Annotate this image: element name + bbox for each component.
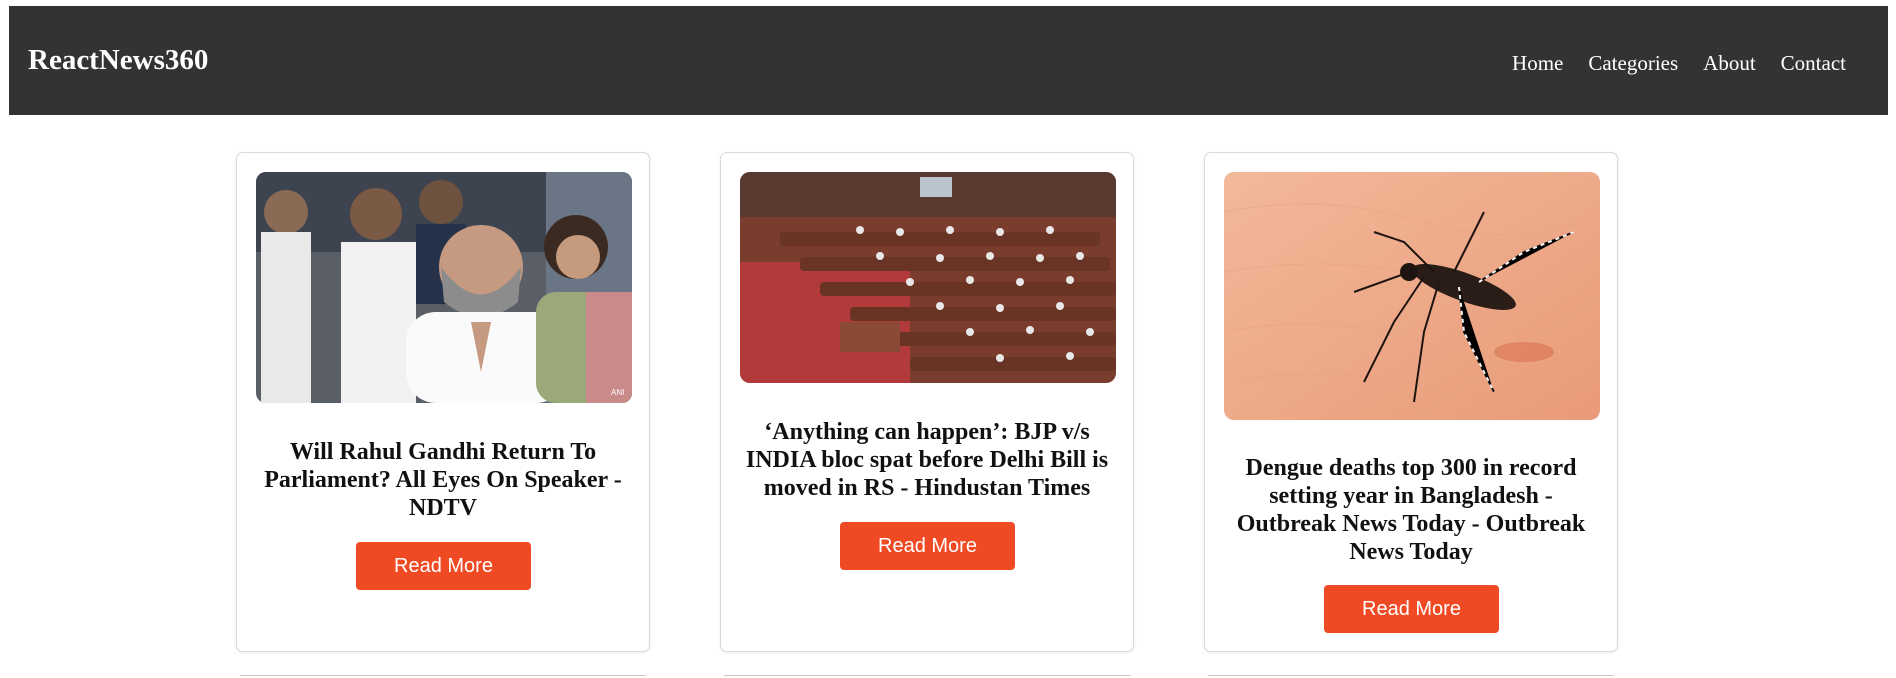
news-title[interactable]: ‘Anything can happen’: BJP v/s INDIA blo… xyxy=(737,418,1117,502)
nav-links: Home Categories About Contact xyxy=(1512,50,1846,76)
nav-about-link[interactable]: About xyxy=(1703,50,1756,76)
page: ReactNews360 Home Categories About Conta… xyxy=(0,0,1896,678)
news-image xyxy=(1224,172,1600,420)
news-image: ANI xyxy=(256,172,632,403)
nav-categories-link[interactable]: Categories xyxy=(1588,50,1678,76)
news-card: Dengue deaths top 300 in record setting … xyxy=(1204,152,1618,652)
navbar: ReactNews360 Home Categories About Conta… xyxy=(9,6,1888,115)
read-more-button[interactable]: Read More xyxy=(840,522,1015,570)
news-photo-graphic xyxy=(1224,172,1600,420)
nav-home-link[interactable]: Home xyxy=(1512,50,1563,76)
read-more-button[interactable]: Read More xyxy=(356,542,531,590)
news-card: ‘Anything can happen’: BJP v/s INDIA blo… xyxy=(720,152,1134,652)
image-credit-text: ANI xyxy=(611,388,624,397)
news-photo-graphic xyxy=(740,172,1116,383)
read-more-button[interactable]: Read More xyxy=(1324,585,1499,633)
brand-logo[interactable]: ReactNews360 xyxy=(28,42,208,78)
news-title[interactable]: Will Rahul Gandhi Return To Parliament? … xyxy=(253,438,633,522)
news-title[interactable]: Dengue deaths top 300 in record setting … xyxy=(1221,454,1601,566)
news-photo-graphic: ANI xyxy=(256,172,632,403)
news-card: ANI Will Rahul Gandhi Return To Parliame… xyxy=(236,152,650,652)
nav-contact-link[interactable]: Contact xyxy=(1781,50,1846,76)
news-image xyxy=(740,172,1116,383)
